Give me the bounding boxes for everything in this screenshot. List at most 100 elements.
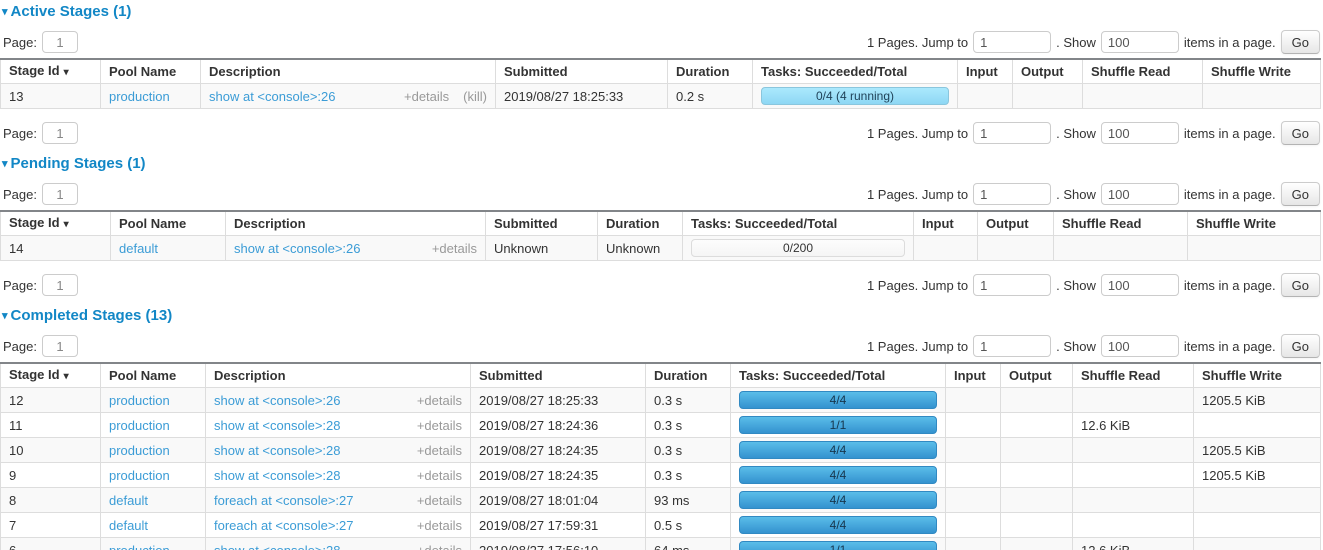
pool-name-link[interactable]: production [109,543,170,550]
description-link[interactable]: show at <console>:26 [234,240,360,257]
description-link[interactable]: foreach at <console>:27 [214,517,354,534]
input-cell [914,236,978,261]
items-per-page-input[interactable] [1101,122,1179,144]
jump-to-page-input[interactable] [973,274,1051,296]
details-toggle[interactable]: +details [417,417,462,434]
col-shuffle-write[interactable]: Shuffle Write [1194,363,1321,388]
tasks-cell: 4/4 [731,388,946,413]
col-input[interactable]: Input [946,363,1001,388]
description-cell: foreach at <console>:27 +details [206,488,471,513]
stage-id-cell: 6 [1,538,101,550]
page-number-input[interactable] [42,31,78,53]
description-link[interactable]: show at <console>:28 [214,417,340,434]
col-pool-name[interactable]: Pool Name [101,363,206,388]
description-link[interactable]: show at <console>:28 [214,442,340,459]
pool-name-link[interactable]: production [109,468,170,483]
go-button[interactable]: Go [1281,182,1320,206]
jump-to-page-input[interactable] [973,31,1051,53]
col-duration[interactable]: Duration [598,211,683,236]
task-progress-label: 4/4 [830,443,847,457]
page-number-input[interactable] [42,335,78,357]
col-tasks[interactable]: Tasks: Succeeded/Total [753,59,958,84]
task-progress-label: 4/4 [830,393,847,407]
section-header-pending-stages[interactable]: ▾Pending Stages (1) [2,156,1323,173]
col-output[interactable]: Output [1013,59,1083,84]
pages-count-label: 1 Pages. Jump to [867,35,968,50]
items-per-page-label: items in a page. [1184,126,1276,141]
col-shuffle-write[interactable]: Shuffle Write [1203,59,1321,84]
details-toggle[interactable]: +details [417,442,462,459]
items-per-page-input[interactable] [1101,274,1179,296]
details-toggle[interactable]: +details [404,88,449,105]
col-output[interactable]: Output [1001,363,1073,388]
col-submitted[interactable]: Submitted [496,59,668,84]
pool-name-link[interactable]: default [119,241,158,256]
task-progress-bar: 1/1 [739,416,937,434]
table-header-row: Stage Id▾ Pool Name Description Submitte… [1,363,1321,388]
output-cell [1001,538,1073,550]
input-cell [946,413,1001,438]
page-number-input[interactable] [42,183,78,205]
col-stage-id[interactable]: Stage Id▾ [1,59,101,84]
kill-link[interactable]: (kill) [463,88,487,105]
description-link[interactable]: show at <console>:26 [214,392,340,409]
details-toggle[interactable]: +details [417,392,462,409]
col-submitted[interactable]: Submitted [486,211,598,236]
pool-name-link[interactable]: default [109,493,148,508]
col-shuffle-read[interactable]: Shuffle Read [1054,211,1188,236]
description-link[interactable]: show at <console>:28 [214,467,340,484]
col-input[interactable]: Input [958,59,1013,84]
col-duration[interactable]: Duration [668,59,753,84]
go-button[interactable]: Go [1281,30,1320,54]
pool-name-link[interactable]: default [109,518,148,533]
col-shuffle-read[interactable]: Shuffle Read [1073,363,1194,388]
col-shuffle-read[interactable]: Shuffle Read [1083,59,1203,84]
submitted-cell: 2019/08/27 17:56:10 [471,538,646,550]
items-per-page-input[interactable] [1101,335,1179,357]
description-link[interactable]: show at <console>:28 [214,542,340,550]
stages-page: ▾Active Stages (1) Page: 1 Pages. Jump t… [0,0,1323,550]
details-toggle[interactable]: +details [417,492,462,509]
show-label: . Show [1056,278,1096,293]
jump-to-page-input[interactable] [973,122,1051,144]
go-button[interactable]: Go [1281,273,1320,297]
details-toggle[interactable]: +details [417,517,462,534]
details-toggle[interactable]: +details [432,240,477,257]
pool-name-link[interactable]: production [109,443,170,458]
description-link[interactable]: show at <console>:26 [209,88,335,105]
col-submitted[interactable]: Submitted [471,363,646,388]
col-stage-id[interactable]: Stage Id▾ [1,211,111,236]
col-shuffle-write[interactable]: Shuffle Write [1188,211,1321,236]
active-stages-table: Stage Id▾ Pool Name Description Submitte… [0,58,1321,109]
details-toggle[interactable]: +details [417,467,462,484]
go-button[interactable]: Go [1281,121,1320,145]
page-number-input[interactable] [42,274,78,296]
pool-name-link[interactable]: production [109,393,170,408]
items-per-page-input[interactable] [1101,183,1179,205]
col-pool-name[interactable]: Pool Name [101,59,201,84]
col-tasks[interactable]: Tasks: Succeeded/Total [731,363,946,388]
section-header-active-stages[interactable]: ▾Active Stages (1) [2,4,1323,21]
col-description[interactable]: Description [206,363,471,388]
task-progress-label: 0/200 [783,241,813,255]
show-label: . Show [1056,187,1096,202]
col-description[interactable]: Description [201,59,496,84]
pool-name-link[interactable]: production [109,418,170,433]
items-per-page-input[interactable] [1101,31,1179,53]
stage-id-cell: 7 [1,513,101,538]
col-input[interactable]: Input [914,211,978,236]
pool-name-link[interactable]: production [109,89,170,104]
col-duration[interactable]: Duration [646,363,731,388]
go-button[interactable]: Go [1281,334,1320,358]
jump-to-page-input[interactable] [973,335,1051,357]
jump-to-page-input[interactable] [973,183,1051,205]
section-header-completed-stages[interactable]: ▾Completed Stages (13) [2,308,1323,325]
col-output[interactable]: Output [978,211,1054,236]
col-description[interactable]: Description [226,211,486,236]
col-stage-id[interactable]: Stage Id▾ [1,363,101,388]
description-link[interactable]: foreach at <console>:27 [214,492,354,509]
col-pool-name[interactable]: Pool Name [111,211,226,236]
details-toggle[interactable]: +details [417,542,462,550]
col-tasks[interactable]: Tasks: Succeeded/Total [683,211,914,236]
page-number-input[interactable] [42,122,78,144]
